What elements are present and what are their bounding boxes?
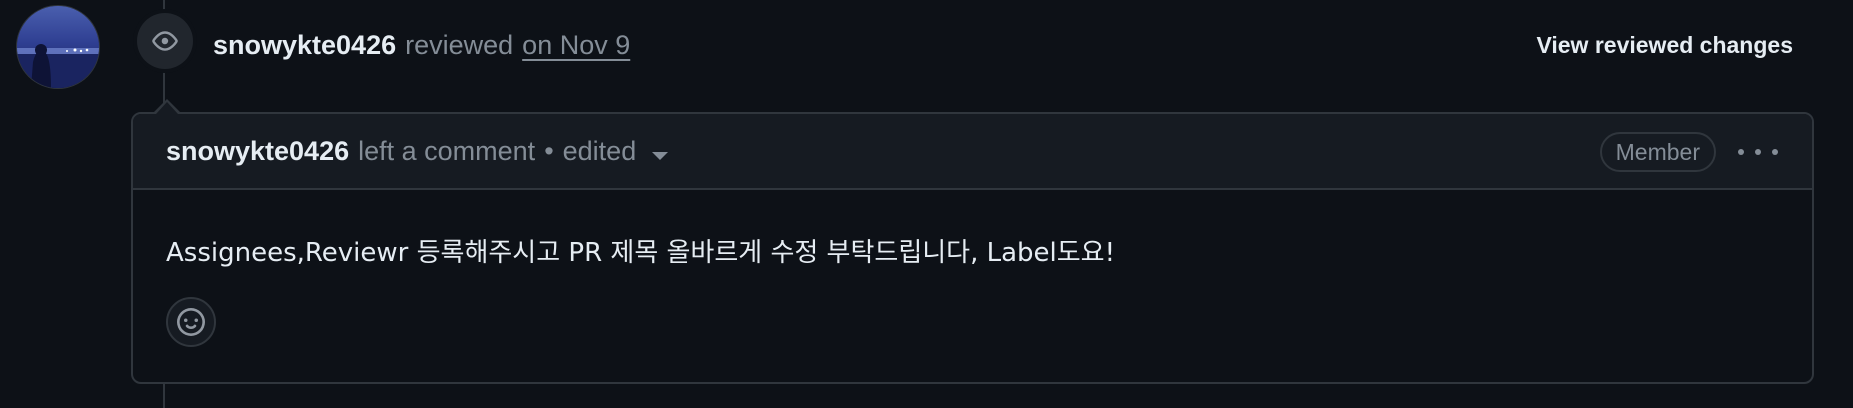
comment-verb: left a comment [358, 135, 536, 166]
review-date-link[interactable]: on Nov 9 [522, 30, 630, 61]
smiley-icon [177, 308, 205, 336]
comment-separator: • [544, 135, 554, 166]
eye-icon [137, 13, 193, 69]
review-header: snowykte0426 reviewed on Nov 9 [213, 28, 630, 62]
comment-box: snowykte0426 left a comment • edited Mem… [131, 112, 1814, 384]
triangle-down-icon [652, 151, 669, 160]
kebab-dot [1738, 149, 1744, 155]
role-badge: Member [1599, 132, 1716, 172]
view-reviewed-changes-link[interactable]: View reviewed changes [1536, 32, 1793, 59]
edited-label: edited [562, 135, 637, 166]
kebab-horizontal-icon[interactable] [1738, 144, 1778, 160]
kebab-dot [1772, 149, 1778, 155]
edited-dropdown[interactable]: edited [563, 136, 669, 167]
avatar[interactable] [17, 6, 99, 88]
kebab-dot [1755, 149, 1761, 155]
review-author-link[interactable]: snowykte0426 [213, 30, 396, 61]
comment-author-link[interactable]: snowykte0426 [166, 136, 349, 167]
comment-body: Assignees,Reviewr 등록해주시고 PR 제목 올바르게 수정 부… [166, 238, 1116, 268]
comment-caret-fill [156, 102, 178, 114]
review-verb: reviewed [405, 29, 514, 60]
add-reaction-button[interactable] [166, 297, 216, 347]
comment-header: snowykte0426 left a comment • edited Mem… [133, 114, 1812, 190]
